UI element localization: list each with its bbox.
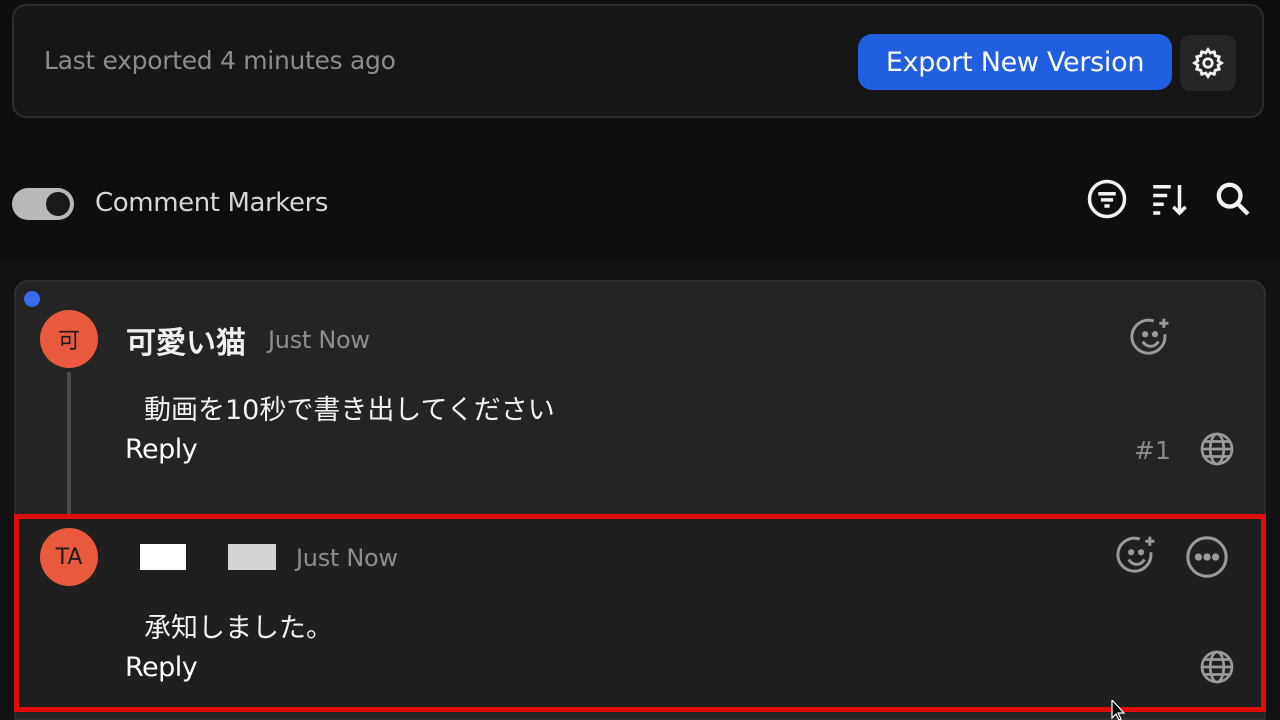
add-reaction-button[interactable] bbox=[1128, 314, 1174, 360]
export-panel: Last exported 4 minutes ago Export New V… bbox=[12, 4, 1264, 118]
search-button[interactable] bbox=[1210, 176, 1256, 222]
settings-button[interactable] bbox=[1180, 35, 1236, 91]
toggle-knob bbox=[46, 192, 70, 216]
thread-line bbox=[67, 372, 71, 514]
comment-time: Just Now bbox=[268, 326, 370, 354]
filter-button[interactable] bbox=[1084, 176, 1130, 222]
sort-button[interactable] bbox=[1146, 176, 1192, 222]
add-reaction-button[interactable] bbox=[1114, 532, 1160, 578]
comment-number: #1 bbox=[1134, 436, 1171, 465]
reply-button[interactable]: Reply bbox=[125, 652, 198, 683]
comment-text: 承知しました。 bbox=[144, 613, 333, 644]
visibility-button[interactable] bbox=[1198, 430, 1236, 468]
redacted-name bbox=[140, 544, 186, 570]
globe-icon bbox=[1200, 650, 1234, 684]
visibility-button[interactable] bbox=[1198, 648, 1236, 686]
sort-icon bbox=[1153, 185, 1187, 216]
reply-button[interactable]: Reply bbox=[125, 434, 198, 465]
redacted-name bbox=[228, 544, 276, 570]
more-options-button[interactable] bbox=[1184, 534, 1230, 580]
avatar: 可 bbox=[40, 310, 98, 368]
search-icon bbox=[1216, 182, 1250, 216]
more-icon bbox=[1186, 536, 1228, 578]
comment-markers-toggle[interactable] bbox=[12, 188, 74, 220]
comment-markers-label: Comment Markers bbox=[95, 188, 329, 218]
globe-icon bbox=[1200, 432, 1234, 466]
comment-author: 可愛い猫 bbox=[126, 326, 246, 361]
unread-indicator bbox=[24, 291, 40, 307]
avatar: TA bbox=[40, 528, 98, 586]
comment-text: 動画を10秒で書き出してください bbox=[144, 395, 555, 426]
emoji-add-icon bbox=[1116, 536, 1155, 573]
comment-time: Just Now bbox=[296, 544, 398, 572]
last-exported-status: Last exported 4 minutes ago bbox=[44, 46, 396, 75]
cursor-icon bbox=[1111, 700, 1126, 720]
gear-icon bbox=[1191, 46, 1225, 80]
export-new-version-button[interactable]: Export New Version bbox=[858, 34, 1172, 90]
emoji-add-icon bbox=[1130, 318, 1169, 355]
filter-icon bbox=[1087, 179, 1127, 219]
